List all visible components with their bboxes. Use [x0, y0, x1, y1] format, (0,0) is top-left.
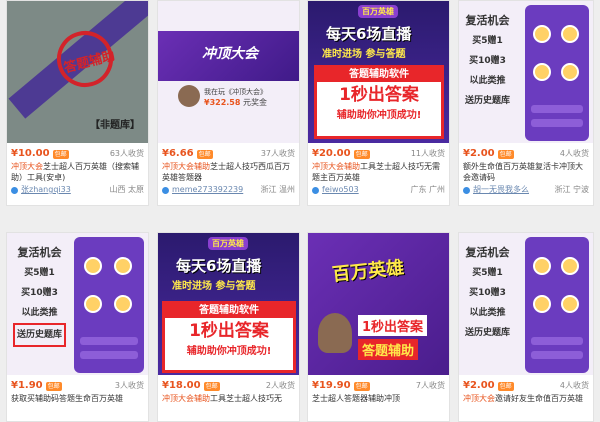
sold-count: 7人收货 — [415, 381, 445, 390]
sold-count: 37人收货 — [260, 149, 295, 158]
seller-icon — [312, 186, 319, 194]
revive-list: 复活机会 买5赠1 买10赠3 以此类推 送历史题库 — [465, 246, 511, 338]
revive-list: 复活机会 买5赠1 买10赠3 以此类推 送历史题库 — [465, 14, 511, 106]
free-shipping-badge: 包邮 — [45, 381, 62, 391]
subheadline: 准时进场 参与答题 — [322, 49, 406, 60]
free-shipping-badge: 包邮 — [353, 381, 370, 391]
price: ¥2.00 — [463, 380, 495, 391]
product-image[interactable]: 百万英雄 每天6场直播 准时进场 参与答题 答题辅助软件 1秒出答案 辅助助你冲… — [308, 1, 449, 143]
headline: 每天6场直播 — [176, 257, 262, 275]
seller-name[interactable]: 胡一无畏我多么 — [473, 184, 529, 196]
seller-name[interactable]: feiwo503 — [322, 184, 359, 196]
promo-box: 答题辅助软件 1秒出答案 辅助助你冲顶成功! — [314, 65, 444, 139]
seller-location: 山西 太原 — [109, 185, 144, 194]
free-shipping-badge: 包邮 — [52, 149, 69, 159]
free-shipping-badge: 包邮 — [497, 149, 514, 159]
seller-name[interactable]: 张zhangqi33 — [21, 184, 71, 196]
product-image[interactable]: 复活机会 买5赠1 买10赠3 以此类推 送历史题库 — [459, 1, 593, 143]
product-title[interactable]: 冲顶大会芝士超人百万英雄（搜索辅助）工具(安卓) — [11, 161, 144, 183]
product-card[interactable]: 百万英雄 1秒出答案 答题辅助 ¥19.90 包邮 7人收货 芝士超人答题器辅助冲顶 — [307, 232, 450, 422]
product-card[interactable]: 冲顶大会 我在玩《冲顶大会》 ¥322.58 元奖金 ¥6.66 包邮 37人收货 … — [157, 0, 300, 206]
price: ¥2.00 — [463, 148, 495, 159]
price: ¥1.90 — [11, 380, 43, 391]
badge-helper: 答题辅助 — [358, 339, 419, 360]
seller-icon — [11, 186, 18, 194]
product-title[interactable]: 冲顶大会辅助工具芝士超人技巧无需题主百万英雄 — [312, 161, 445, 183]
seller-location: 浙江 温州 — [260, 185, 295, 194]
product-card[interactable]: 复活机会 买5赠1 买10赠3 以此类推 送历史题库 ¥2.00 包邮 4人收货 冲… — [458, 232, 594, 422]
sold-count: 11人收货 — [410, 149, 445, 158]
product-card[interactable]: 百万英雄 每天6场直播 准时进场 参与答题 答题辅助软件 1秒出答案 辅助助你冲… — [307, 0, 450, 206]
price: ¥18.00 — [162, 380, 201, 391]
product-image[interactable]: 冲顶大会 我在玩《冲顶大会》 ¥322.58 元奖金 — [158, 1, 299, 143]
product-image[interactable]: 百万英雄 1秒出答案 答题辅助 — [308, 233, 449, 375]
badge-answer: 1秒出答案 — [358, 315, 428, 336]
free-shipping-badge: 包邮 — [203, 381, 220, 391]
brand-logo: 百万英雄 — [331, 257, 406, 286]
promo-box: 答题辅助软件 1秒出答案 辅助助你冲顶成功! — [162, 301, 296, 373]
seller-icon — [463, 186, 470, 194]
product-card[interactable]: 复活机会 买5赠1 买10赠3 以此类推 送历史题库 ¥2.00 包邮 4人收货 额… — [458, 0, 594, 206]
revive-list: 复活机会 买5赠1 买10赠3 以此类推 送历史题库 — [13, 243, 67, 347]
free-shipping-badge: 包邮 — [353, 149, 370, 159]
product-image[interactable]: 复活机会 买5赠1 买10赠3 以此类推 送历史题库 — [459, 233, 593, 375]
price: ¥20.00 — [312, 148, 351, 159]
avatar — [318, 313, 352, 353]
sold-count: 3人收货 — [114, 381, 144, 390]
product-card[interactable]: 答题辅助 【非题库】 ¥10.00 包邮 63人收货 冲顶大会芝士超人百万英雄（搜索… — [6, 0, 149, 206]
sold-count: 63人收货 — [109, 149, 144, 158]
seller-icon — [162, 186, 169, 194]
product-image[interactable]: 答题辅助 【非题库】 — [7, 1, 148, 143]
phone-mockup — [525, 5, 589, 141]
avatar — [178, 85, 200, 107]
subheadline: 准时进场 参与答题 — [172, 281, 256, 292]
product-image[interactable]: 复活机会 买5赠1 买10赠3 以此类推 送历史题库 — [7, 233, 148, 375]
promo-line: 我在玩《冲顶大会》 — [204, 88, 267, 96]
product-title[interactable]: 额外生命值百万英雄复活卡冲顶大会邀请码 — [463, 161, 589, 183]
sold-count: 4人收货 — [559, 381, 589, 390]
brand-badge: 百万英雄 — [208, 237, 248, 250]
product-grid: 答题辅助 【非题库】 ¥10.00 包邮 63人收货 冲顶大会芝士超人百万英雄（搜索… — [0, 0, 600, 422]
brand-badge: 百万英雄 — [358, 5, 398, 18]
brand-logo: 冲顶大会 — [202, 46, 258, 62]
sold-count: 2人收货 — [265, 381, 295, 390]
product-title[interactable]: 冲顶大会辅助芝士超人技巧西瓜百万英雄答题器 — [162, 161, 295, 183]
product-card[interactable]: 百万英雄 每天6场直播 准时进场 参与答题 答题辅助软件 1秒出答案 辅助助你冲… — [157, 232, 300, 422]
thumb-label: 【非题库】 — [90, 120, 140, 131]
phone-mockup — [525, 237, 589, 373]
sold-count: 4人收货 — [559, 149, 589, 158]
seller-name[interactable]: meme273392239 — [172, 184, 243, 196]
seller-location: 浙江 宁波 — [554, 185, 589, 194]
seller-location: 广东 广州 — [410, 185, 445, 194]
free-shipping-badge: 包邮 — [497, 381, 514, 391]
product-card[interactable]: 复活机会 买5赠1 买10赠3 以此类推 送历史题库 ¥1.90 包邮 3人收货 获… — [6, 232, 149, 422]
headline: 每天6场直播 — [326, 25, 412, 43]
prize-amount: ¥322.58 — [204, 98, 241, 107]
product-image[interactable]: 百万英雄 每天6场直播 准时进场 参与答题 答题辅助软件 1秒出答案 辅助助你冲… — [158, 233, 299, 375]
price: ¥19.90 — [312, 380, 351, 391]
price: ¥6.66 — [162, 148, 194, 159]
free-shipping-badge: 包邮 — [196, 149, 213, 159]
price: ¥10.00 — [11, 148, 50, 159]
phone-mockup — [74, 237, 144, 373]
